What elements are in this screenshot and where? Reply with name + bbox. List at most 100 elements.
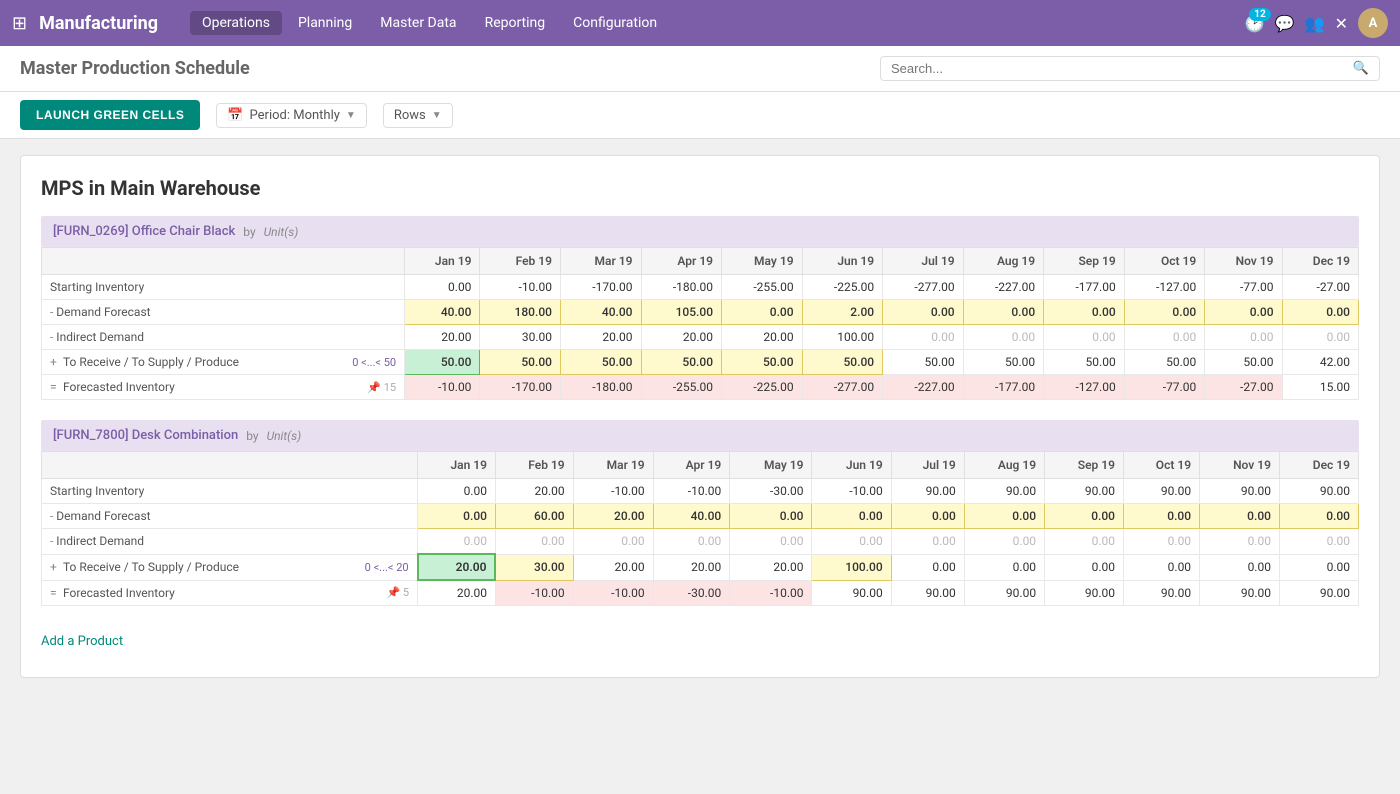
product-unit-2: Unit(s) [267,429,302,443]
demand-forecast-cell[interactable]: 40.00 [653,504,730,529]
demand-forecast-cell[interactable]: 180.00 [480,300,561,325]
product-header-2: [FURN_7800] Desk Combination by Unit(s) [41,420,1359,451]
demand-forecast-cell[interactable]: 0.00 [1205,300,1282,325]
cell: 90.00 [891,479,964,504]
cell: 0.00 [1205,325,1282,350]
table-row: = Forecasted Inventory 📌 15 -10.00 -170.… [42,375,1359,400]
demand-forecast-cell[interactable]: 40.00 [405,300,480,325]
rows-selector[interactable]: Rows ▼ [383,103,453,128]
cell: -255.00 [722,275,803,300]
demand-forecast-cell[interactable]: 60.00 [495,504,573,529]
cell: 90.00 [1045,479,1124,504]
col-feb19-1: Feb 19 [480,248,561,275]
demand-forecast-cell[interactable]: 20.00 [573,504,653,529]
demand-forecast-cell[interactable]: 0.00 [1124,504,1200,529]
contacts-icon[interactable]: 👥 [1305,14,1325,33]
receive-cell[interactable]: 30.00 [495,554,573,580]
cell: 50.00 [963,350,1044,375]
cell: 0.00 [1124,529,1200,555]
product-link-1[interactable]: [FURN_0269] Office Chair Black [53,224,235,239]
table-row: + To Receive / To Supply / Produce 0 <..… [42,350,1359,375]
demand-forecast-cell[interactable]: 0.00 [964,504,1044,529]
demand-forecast-cell[interactable]: 40.00 [560,300,641,325]
cell: 50.00 [1044,350,1125,375]
table-row: - Demand Forecast 40.00 180.00 40.00 105… [42,300,1359,325]
nav-planning[interactable]: Planning [286,11,364,35]
cell: -225.00 [802,275,883,300]
demand-forecast-cell[interactable]: 0.00 [891,504,964,529]
demand-forecast-cell[interactable]: 0.00 [1045,504,1124,529]
col-dec19-1: Dec 19 [1282,248,1358,275]
period-selector[interactable]: 📅 Period: Monthly ▼ [216,103,366,128]
cell: 90.00 [964,479,1044,504]
mps-title: MPS in Main Warehouse [41,176,1359,200]
row-label: = Forecasted Inventory 📌 15 [42,375,405,400]
col-nov19-1: Nov 19 [1205,248,1282,275]
demand-forecast-cell[interactable]: 0.00 [883,300,964,325]
add-product-link[interactable]: Add a Product [41,626,123,657]
demand-forecast-cell[interactable]: 0.00 [1044,300,1125,325]
cell: 20.00 [722,325,803,350]
cell: 90.00 [1124,580,1200,606]
cell: 20.00 [405,325,480,350]
product-table-2: Jan 19 Feb 19 Mar 19 Apr 19 May 19 Jun 1… [41,451,1359,606]
receive-cell[interactable]: 50.00 [722,350,803,375]
avatar[interactable]: A [1358,8,1388,38]
cell: -127.00 [1044,375,1125,400]
pin-label-2: 📌 5 [386,586,409,599]
subheader: Master Production Schedule 🔍 [0,46,1400,92]
demand-forecast-cell[interactable]: 0.00 [730,504,812,529]
cell: 90.00 [964,580,1044,606]
row-label: - Demand Forecast [42,504,418,529]
nav-master-data[interactable]: Master Data [368,11,468,35]
receive-cell[interactable]: 20.00 [418,554,496,580]
col-jun19-1: Jun 19 [802,248,883,275]
receive-cell[interactable]: 50.00 [560,350,641,375]
activity-badge: 12 [1249,8,1270,21]
demand-forecast-cell[interactable]: 0.00 [1200,504,1280,529]
cell: 0.00 [1124,325,1205,350]
receive-cell[interactable]: 50.00 [480,350,561,375]
demand-forecast-cell[interactable]: 0.00 [1124,300,1205,325]
cell: 50.00 [1124,350,1205,375]
nav-reporting[interactable]: Reporting [473,11,558,35]
cell: 0.00 [963,325,1044,350]
demand-forecast-cell[interactable]: 105.00 [641,300,722,325]
activity-icon[interactable]: 🕑 12 [1245,14,1265,33]
cell: -10.00 [405,375,480,400]
cell: -180.00 [641,275,722,300]
cell: 20.00 [641,325,722,350]
col-mar19-2: Mar 19 [573,452,653,479]
demand-forecast-cell[interactable]: 0.00 [1279,504,1358,529]
search-icon[interactable]: 🔍 [1353,61,1369,76]
rows-dropdown-arrow: ▼ [432,110,442,121]
demand-forecast-cell[interactable]: 2.00 [802,300,883,325]
receive-cell[interactable]: 50.00 [641,350,722,375]
col-mar19-1: Mar 19 [560,248,641,275]
demand-forecast-cell[interactable]: 0.00 [963,300,1044,325]
row-label: = Forecasted Inventory 📌 5 [42,580,418,606]
cell: 20.00 [418,580,496,606]
nav-configuration[interactable]: Configuration [561,11,669,35]
cell: 90.00 [812,580,891,606]
demand-forecast-cell[interactable]: 0.00 [722,300,803,325]
receive-cell[interactable]: 100.00 [812,554,891,580]
cell: -255.00 [641,375,722,400]
main-content: MPS in Main Warehouse [FURN_0269] Office… [0,139,1400,694]
demand-forecast-cell[interactable]: 0.00 [1282,300,1358,325]
launch-green-cells-button[interactable]: LAUNCH GREEN CELLS [20,100,200,130]
product-link-2[interactable]: [FURN_7800] Desk Combination [53,428,238,443]
cell: -180.00 [560,375,641,400]
grid-icon[interactable]: ⊞ [12,13,27,34]
search-input[interactable] [891,61,1353,76]
nav-operations[interactable]: Operations [190,11,282,35]
chat-icon[interactable]: 💬 [1275,14,1295,33]
cell: 0.00 [573,529,653,555]
receive-cell[interactable]: 50.00 [405,350,480,375]
demand-forecast-cell[interactable]: 0.00 [812,504,891,529]
receive-cell[interactable]: 50.00 [802,350,883,375]
col-jun19-2: Jun 19 [812,452,891,479]
close-icon[interactable]: ✕ [1335,14,1348,33]
demand-forecast-cell[interactable]: 0.00 [418,504,496,529]
cell: 0.00 [964,529,1044,555]
